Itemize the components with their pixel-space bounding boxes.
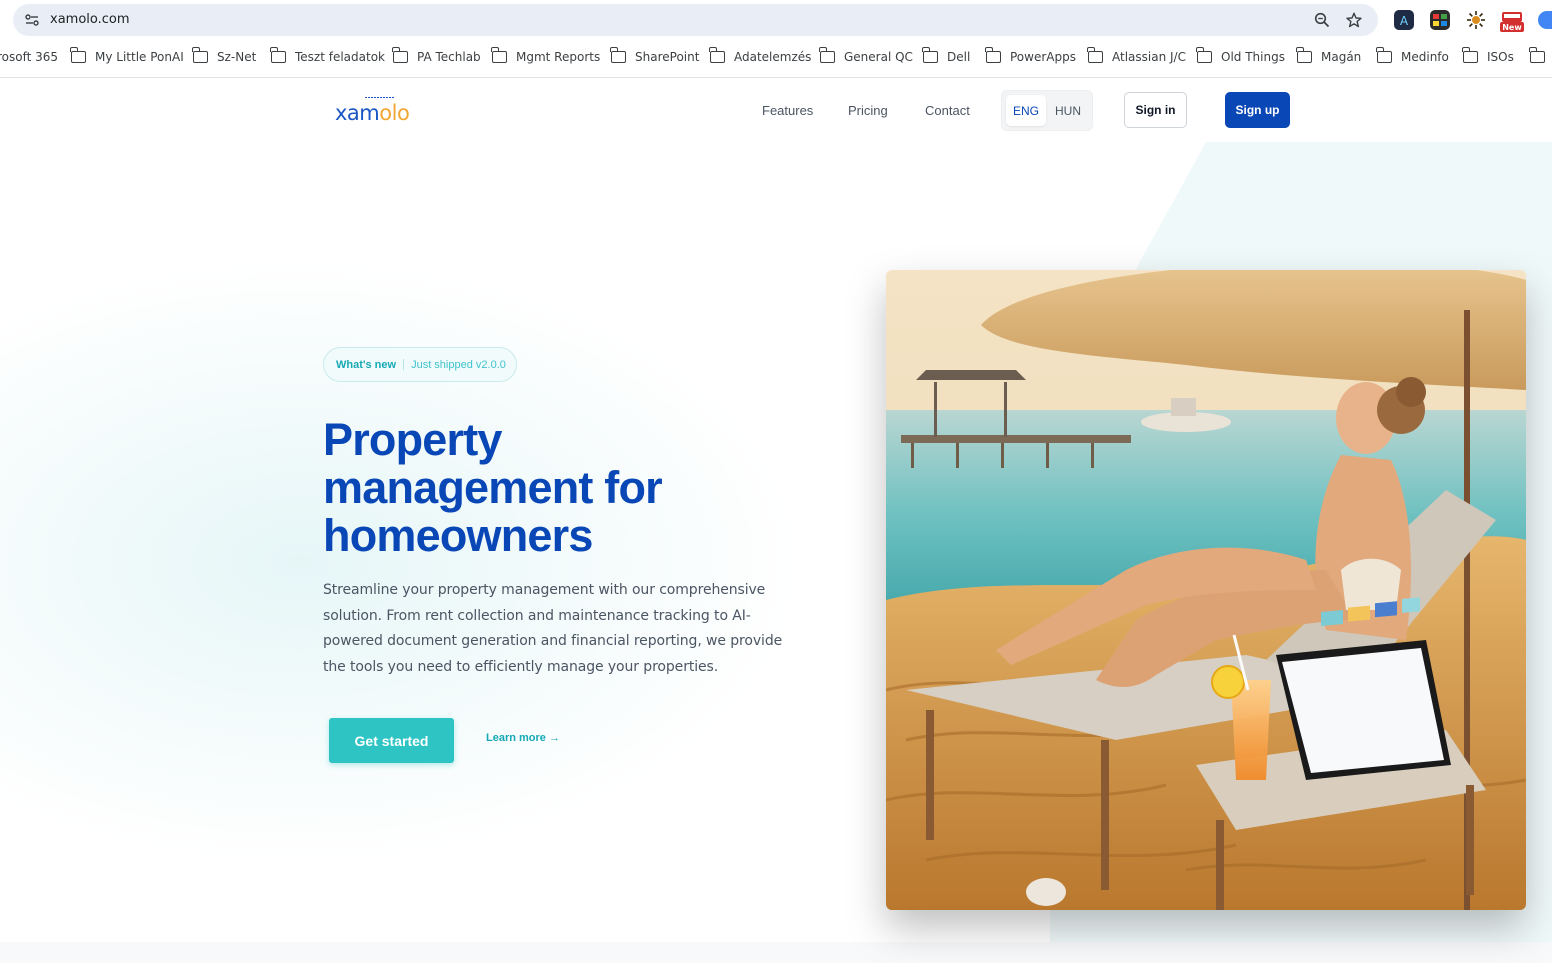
bookmark-label: Atlassian J/C <box>1112 50 1186 64</box>
extension-grid-icon[interactable] <box>1430 10 1450 30</box>
bookmark-label: SharePoint <box>635 50 700 64</box>
site-info-icon[interactable] <box>23 11 41 29</box>
url-text[interactable]: xamolo.com <box>50 12 130 27</box>
bookmark-item[interactable]: PA Techlab <box>392 47 481 67</box>
whats-new-badge[interactable]: What's new Just shipped v2.0.0 <box>323 347 517 382</box>
folder-icon <box>192 47 208 63</box>
bookmark-label: Adatelemzés <box>734 50 812 64</box>
bookmark-item[interactable] <box>1529 47 1552 67</box>
language-switcher: ENG HUN <box>1001 90 1093 131</box>
browser-chrome: xamolo.com A New rosoft 365 My Little Po… <box>0 0 1552 78</box>
bookmark-label: Old Things <box>1221 50 1285 64</box>
folder-icon <box>819 47 835 63</box>
bookmark-item[interactable]: Medinfo <box>1376 47 1449 67</box>
extension-new-icon[interactable]: New <box>1500 11 1524 33</box>
bookmark-item[interactable]: Magán <box>1296 47 1362 67</box>
bookmark-label: Medinfo <box>1401 50 1449 64</box>
folder-icon <box>1529 47 1545 63</box>
nav-features[interactable]: Features <box>762 103 813 118</box>
logo-tagline-mark <box>365 95 395 101</box>
extension-a-icon[interactable]: A <box>1394 10 1414 30</box>
folder-icon <box>610 47 626 63</box>
badge-text: Just shipped v2.0.0 <box>411 358 506 371</box>
bookmark-item[interactable]: SharePoint <box>610 47 700 67</box>
section-divider <box>0 942 1552 963</box>
bookmark-star-icon[interactable] <box>1345 11 1363 29</box>
bookmark-label: Dell <box>947 50 971 64</box>
lang-hun-button[interactable]: HUN <box>1048 95 1088 126</box>
folder-icon <box>1462 47 1478 63</box>
folder-icon <box>1196 47 1212 63</box>
logo-text-blue: xam <box>335 101 380 125</box>
folder-icon <box>1087 47 1103 63</box>
profile-avatar-icon[interactable] <box>1538 11 1552 29</box>
bookmark-label: ISOs <box>1487 50 1514 64</box>
sign-in-button[interactable]: Sign in <box>1124 92 1187 128</box>
bookmark-label: PowerApps <box>1010 50 1076 64</box>
bookmark-item[interactable]: rosoft 365 <box>0 47 58 67</box>
zoom-icon[interactable] <box>1313 11 1331 29</box>
hero-subtitle: Streamline your property management with… <box>323 582 783 675</box>
bookmark-label: My Little PonAI <box>95 50 184 64</box>
extension-sun-icon[interactable] <box>1466 10 1486 30</box>
bookmark-label: Magán <box>1321 50 1362 64</box>
folder-icon <box>392 47 408 63</box>
folder-icon <box>1296 47 1312 63</box>
learn-more-link[interactable]: Learn more → <box>486 732 560 744</box>
web-page: xam olo Features Pricing Contact ENG HUN … <box>0 78 1552 963</box>
nav-pricing[interactable]: Pricing <box>848 103 888 118</box>
bookmark-label: General QC <box>844 50 913 64</box>
folder-icon <box>70 47 86 63</box>
bookmark-label: PA Techlab <box>417 50 481 64</box>
bookmark-item[interactable]: PowerApps <box>985 47 1076 67</box>
bookmark-item[interactable]: Old Things <box>1196 47 1285 67</box>
folder-icon <box>922 47 938 63</box>
bookmark-label: Sz-Net <box>217 50 257 64</box>
folder-icon <box>270 47 286 63</box>
bookmark-item[interactable]: Sz-Net <box>192 47 257 67</box>
logo-text-orange: olo <box>379 101 410 125</box>
hero-title: Property management for homeowners <box>323 414 663 561</box>
bookmark-label: rosoft 365 <box>0 50 59 64</box>
lang-eng-button[interactable]: ENG <box>1006 95 1046 126</box>
folder-icon <box>1376 47 1392 63</box>
folder-icon <box>491 47 507 63</box>
address-bar[interactable]: xamolo.com <box>13 4 1378 36</box>
bookmark-item[interactable]: General QC <box>819 47 913 67</box>
hero-image <box>886 270 1526 910</box>
badge-divider <box>403 359 405 370</box>
get-started-button[interactable]: Get started <box>329 718 454 763</box>
bookmark-item[interactable]: My Little PonAI <box>70 47 184 67</box>
bookmark-label: Teszt feladatok <box>295 50 386 64</box>
bookmark-item[interactable]: ISOs <box>1462 47 1514 67</box>
extension-new-label: New <box>1502 23 1522 32</box>
folder-icon <box>709 47 725 63</box>
bookmark-item[interactable]: Dell <box>922 47 971 67</box>
bookmark-item[interactable]: Adatelemzés <box>709 47 812 67</box>
badge-label: What's new <box>336 358 397 371</box>
bookmark-label: Mgmt Reports <box>516 50 601 64</box>
sign-up-button[interactable]: Sign up <box>1225 92 1290 128</box>
folder-icon <box>985 47 1001 63</box>
svg-text:A: A <box>1400 14 1409 28</box>
bookmark-item[interactable]: Atlassian J/C <box>1087 47 1186 67</box>
bookmark-item[interactable]: Teszt feladatok <box>270 47 386 67</box>
bookmark-item[interactable]: Mgmt Reports <box>491 47 601 67</box>
nav-contact[interactable]: Contact <box>925 103 970 118</box>
